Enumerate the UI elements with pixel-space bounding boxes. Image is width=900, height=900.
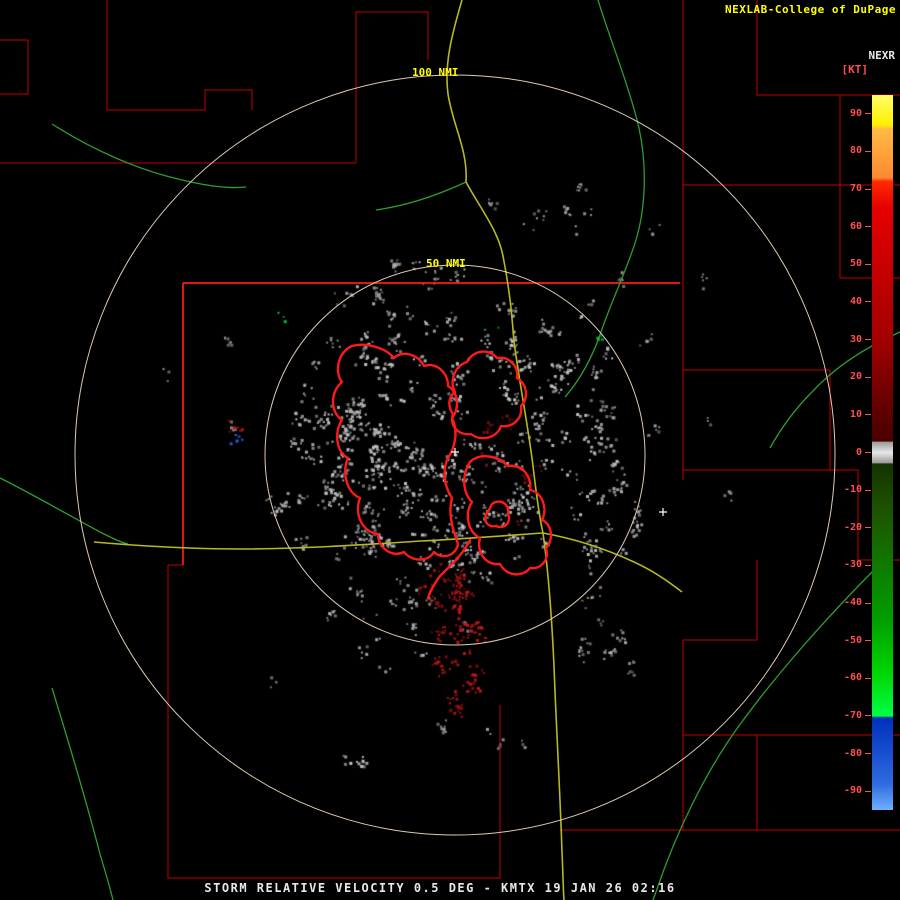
colorbar-tick-label: 40 [849,295,862,307]
colorbar-tick-mark [865,263,871,265]
units-label: [KT] [841,63,869,76]
radar-display: 90 80 70 60 50 40 30 20 10 0 -10 -20 -30 -40 -50 -60 -70… [0,0,900,900]
colorbar-tick-mark [865,226,871,228]
colorbar-tick-mark [865,452,871,453]
colorbar-tick-label: 50 [849,258,862,270]
colorbar-tick-label: 60 [849,220,862,232]
map-overlay [0,0,900,900]
colorbar-tick-label: 20 [849,371,862,383]
colorbar-tick-mark [865,640,871,642]
colorbar-tick-label: -80 [843,747,862,759]
range-ring-label-50nmi: 50 NMI [426,257,466,270]
colorbar-tick-label: 30 [849,333,862,345]
colorbar-tick-mark [865,753,871,755]
colorbar-tick-label: -90 [843,785,862,797]
colorbar-tick-label: 80 [849,145,862,157]
colorbar-tick-mark [865,602,871,604]
county-boundaries [0,0,900,879]
colorbar-tick-mark [865,301,871,303]
status-bar-text: STORM RELATIVE VELOCITY 0.5 DEG - KMTX 1… [204,881,676,895]
colorbar-tick-mark [865,677,871,679]
highways-secondary [0,0,900,900]
colorbar-tick-mark [865,376,871,378]
colorbar-tick-mark [865,564,871,566]
colorbar-tick-label: 10 [849,408,862,420]
colorbar-tick-mark [865,414,871,416]
colorbar-tick-mark [865,489,871,491]
colorbar-tick-mark [865,339,871,341]
colorbar-tick-label: -70 [843,709,862,721]
range-ring-label-100nmi: 100 NMI [412,66,459,79]
colorbar [872,95,893,810]
colorbar-tick-mark [865,790,871,792]
colorbar-tick-mark [865,150,871,152]
state-boundaries [182,282,680,565]
colorbar-tick-label: 70 [849,183,862,195]
colorbar-tick-label: -40 [843,597,862,609]
colorbar-tick-mark [865,527,871,529]
colorbar-tick-label: -30 [843,559,862,571]
colorbar-tick-label: -20 [843,521,862,533]
city-markers [451,448,667,516]
product-code-label: NEXR [868,49,896,62]
colorbar-tick-label: -50 [843,634,862,646]
colorbar-tick-label: 0 [855,446,862,458]
colorbar-tick-mark [865,715,871,717]
brand-text: NEXLAB-College of DuPage [725,3,896,16]
colorbar-tick-mark [865,113,871,115]
colorbar-tick-mark [865,188,871,190]
lake-outline [331,343,553,600]
colorbar-tick-label: 90 [849,107,862,119]
colorbar-tick-label: -60 [843,672,862,684]
colorbar-tick-label: -10 [843,484,862,496]
city-marker-icon [659,508,667,516]
